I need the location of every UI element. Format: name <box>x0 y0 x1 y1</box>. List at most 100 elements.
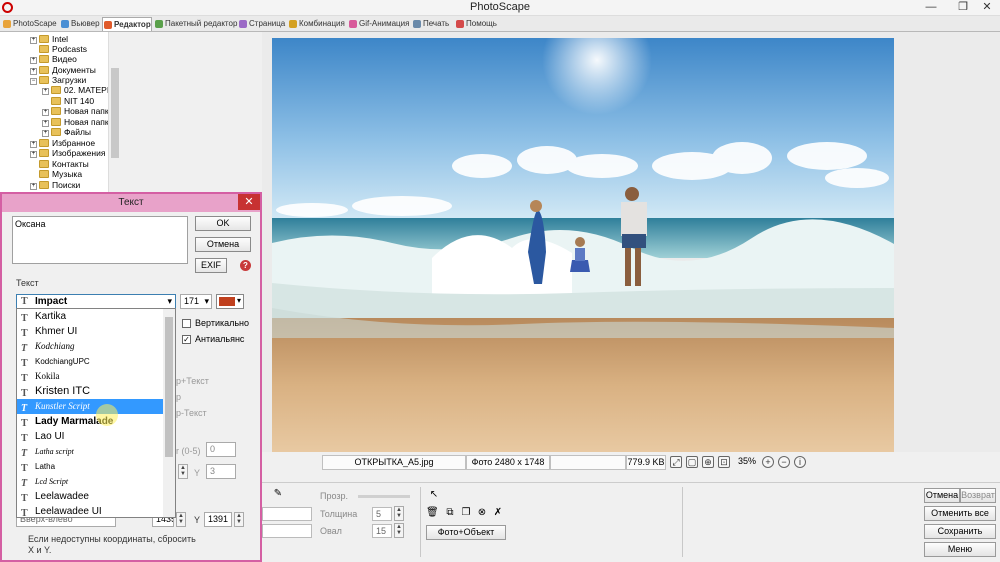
font-option[interactable]: T Lady Marmalade <box>17 414 163 429</box>
tab-photoscape[interactable]: PhotoScape <box>2 17 57 31</box>
y-coord-stepper[interactable]: ▲ ▼ <box>234 512 244 527</box>
info-icon[interactable]: i <box>794 456 806 468</box>
tab-editor[interactable]: Редактор <box>102 17 152 31</box>
cancel-button[interactable]: Отмена <box>195 237 251 252</box>
line-cap-select[interactable] <box>262 524 312 538</box>
oval-input[interactable]: 15 <box>372 524 392 538</box>
text-input[interactable]: Оксана <box>12 216 188 264</box>
pencil-icon[interactable]: ✎ <box>272 488 284 500</box>
vertical-checkbox[interactable]: Вертикально <box>182 318 249 329</box>
cursor-icon[interactable]: ↖ <box>428 489 440 501</box>
photo-object-button[interactable]: Фото+Объект <box>426 525 506 540</box>
tree-item[interactable]: Музыка <box>30 169 82 180</box>
maximize-button[interactable]: ❐ <box>950 0 976 15</box>
tab-combine[interactable]: Комбинация <box>288 17 345 31</box>
font-option[interactable]: T Latha script <box>17 444 163 459</box>
tab-print[interactable]: Печать <box>412 17 449 31</box>
duplicate-icon[interactable]: ❐ <box>460 507 472 519</box>
font-option[interactable]: T Leelawadee UI <box>17 504 163 518</box>
oval-stepper[interactable]: ▲ ▼ <box>394 523 404 538</box>
font-type-icon: T <box>21 508 28 518</box>
x-offset-stepper[interactable]: ▲ ▼ <box>178 464 188 479</box>
help-icon <box>456 20 464 28</box>
trash-icon[interactable]: 🗑 <box>426 507 439 519</box>
redo-button[interactable]: Возврат <box>960 488 996 503</box>
tab-batch-editor[interactable]: Пакетный редактор <box>154 17 237 31</box>
font-option[interactable]: T Lcd Script <box>17 474 163 489</box>
font-option[interactable]: T Kartika <box>17 309 163 324</box>
tree-item[interactable]: + Поиски <box>30 180 80 191</box>
zoom-window-icon[interactable]: ⊡ <box>718 456 730 468</box>
behind-text-option-2: р <box>176 392 182 402</box>
y-offset-input[interactable]: 3 <box>206 464 236 479</box>
folder-icon <box>39 160 49 168</box>
font-option-selected[interactable]: T Kunstler Script <box>17 399 163 414</box>
minimize-button[interactable]: — <box>918 0 944 15</box>
font-option[interactable]: T Kokila <box>17 369 163 384</box>
antialias-checkbox[interactable]: ✓ Антиальянс <box>182 334 244 345</box>
font-option[interactable]: T KodchiangUPC <box>17 354 163 369</box>
range-label: r (0-5) <box>176 446 201 456</box>
font-type-icon: T <box>21 493 28 504</box>
font-option[interactable]: T Leelawadee <box>17 489 163 504</box>
tree-scroll-thumb[interactable] <box>111 68 119 158</box>
dialog-close-button[interactable]: ✕ <box>238 194 260 210</box>
tree-scrollbar[interactable] <box>108 32 120 194</box>
thickness-stepper[interactable]: ▲ ▼ <box>394 506 404 521</box>
undo-all-button[interactable]: Отменить все <box>924 506 996 521</box>
group-icon[interactable]: ⊗ <box>476 507 488 519</box>
font-size-select[interactable]: 171 ▾ <box>180 294 212 309</box>
font-option[interactable]: T Kodchiang <box>17 339 163 354</box>
font-list-scrollbar[interactable] <box>163 309 175 517</box>
fit-screen-icon[interactable]: ⤢ <box>670 456 682 468</box>
tab-page[interactable]: Страница <box>238 17 285 31</box>
tree-item[interactable]: + Видео <box>30 54 77 65</box>
bring-front-icon[interactable]: ⧉ <box>444 507 456 519</box>
tree-item[interactable]: + Новая папк <box>42 106 109 117</box>
y-label: Y <box>194 468 201 478</box>
text-color-picker[interactable]: ▾ <box>216 294 244 309</box>
font-type-icon: T <box>21 313 28 324</box>
zoom-out-icon[interactable]: − <box>778 456 790 468</box>
font-option[interactable]: T Lao UI <box>17 429 163 444</box>
image-workspace <box>262 32 1000 452</box>
exif-button[interactable]: EXIF <box>195 258 227 273</box>
tree-item[interactable]: + Изображения <box>30 148 105 159</box>
thickness-input[interactable]: 5 <box>372 507 392 521</box>
close-button[interactable]: ✕ <box>974 0 1000 15</box>
chevron-down-icon: ▾ <box>204 296 209 306</box>
folder-icon <box>39 55 49 63</box>
ok-button[interactable]: OK <box>195 216 251 231</box>
delete-all-icon[interactable]: ✗ <box>492 507 504 519</box>
text-dialog: Текст ✕ Оксана OK Отмена EXIF ? Текст T … <box>0 192 262 562</box>
status-bar: ОТКРЫТКА_А5.jpg Фото 2480 x 1748 779.9 K… <box>322 455 806 471</box>
beach-photo[interactable] <box>272 38 894 452</box>
help-icon[interactable]: ? <box>240 260 251 271</box>
font-type-icon: T <box>21 388 28 399</box>
font-option[interactable]: T Kristen ITC <box>17 384 163 399</box>
line-style-select[interactable] <box>262 507 312 521</box>
tree-item[interactable]: + Файлы <box>42 127 91 138</box>
actual-size-icon[interactable]: ▢ <box>686 456 698 468</box>
save-button[interactable]: Сохранить <box>924 524 996 539</box>
tab-gif[interactable]: Gif-Анимация <box>348 17 409 31</box>
font-select[interactable]: T Impact ▾ <box>16 294 176 309</box>
font-type-icon: T <box>21 448 28 459</box>
folder-icon <box>51 128 61 136</box>
zoom-in-icon[interactable]: + <box>762 456 774 468</box>
font-type-icon: T <box>21 373 28 384</box>
x-coord-stepper[interactable]: ▲ ▼ <box>176 512 186 527</box>
range-input[interactable]: 0 <box>206 442 236 457</box>
font-option[interactable]: T Khmer UI <box>17 324 163 339</box>
tab-viewer[interactable]: Вьювер <box>60 17 100 31</box>
y-coord-input[interactable]: 1391 <box>204 512 232 527</box>
tab-help[interactable]: Помощь <box>455 17 497 31</box>
zoom-fit-icon[interactable]: ⊕ <box>702 456 714 468</box>
undo-button[interactable]: Отмена <box>924 488 960 503</box>
tree-item[interactable]: +02. MATEPI <box>42 85 109 96</box>
menu-button[interactable]: Меню <box>924 542 996 557</box>
folder-tree[interactable]: + Intel Podcasts + Видео + Документы − Загру… <box>0 32 120 194</box>
font-option[interactable]: T Latha <box>17 459 163 474</box>
font-list-scroll-thumb[interactable] <box>165 317 173 457</box>
transparency-slider[interactable] <box>358 495 410 498</box>
